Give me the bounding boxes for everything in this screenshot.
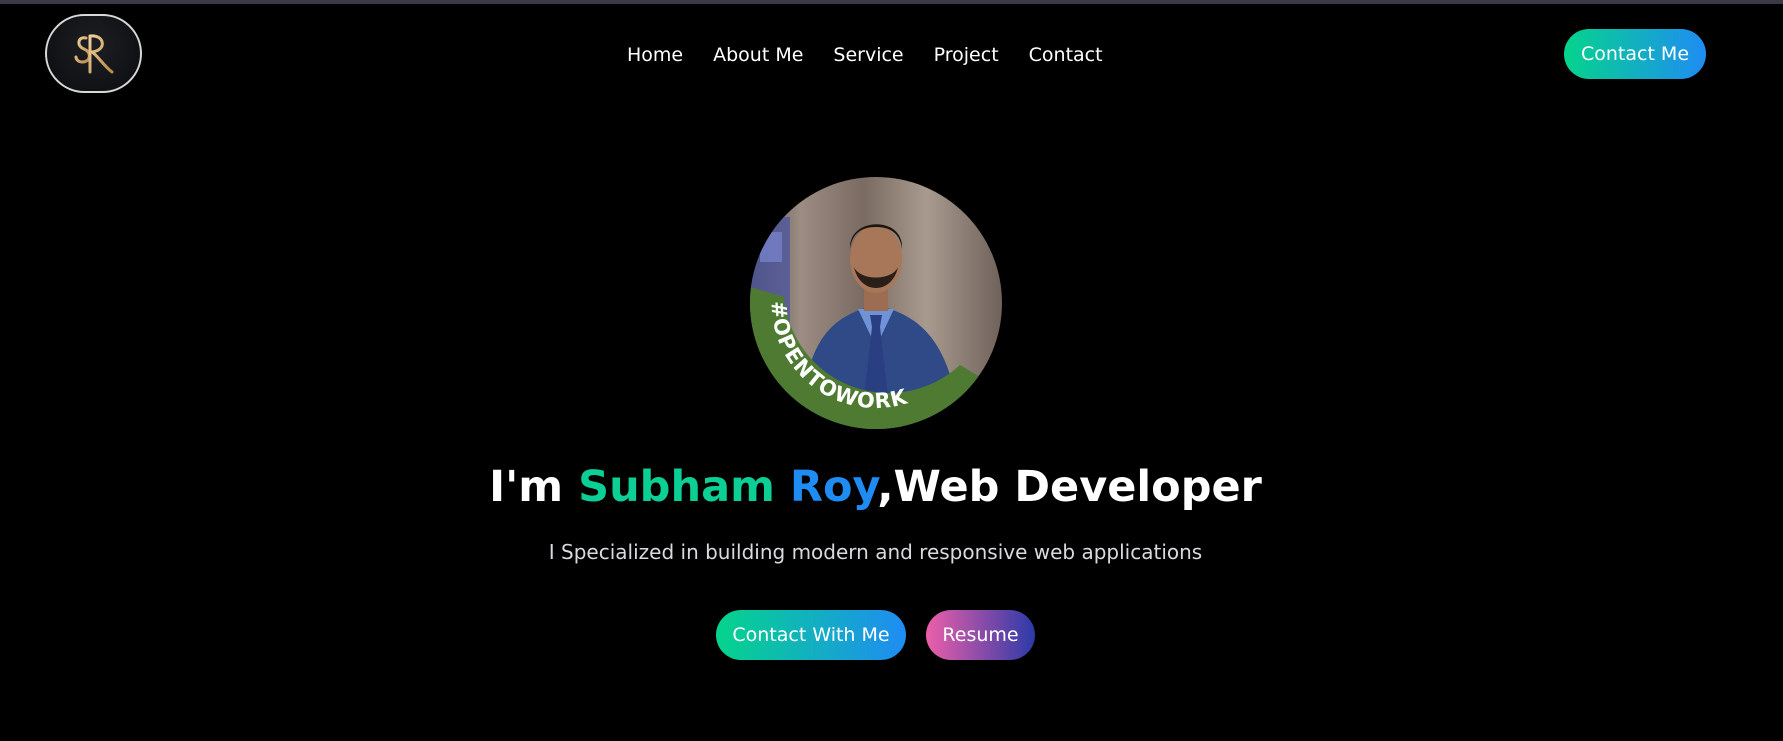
nav-service[interactable]: Service: [833, 40, 903, 70]
headline-role: ,Web Developer: [877, 462, 1262, 512]
nav-contact[interactable]: Contact: [1029, 40, 1103, 70]
nav-home[interactable]: Home: [627, 40, 683, 70]
window-top-border: [0, 0, 1783, 4]
headline-space: [775, 462, 790, 512]
nav-project[interactable]: Project: [934, 40, 999, 70]
hero-subtitle: I Specialized in building modern and res…: [548, 540, 1203, 564]
headline-prefix: I'm: [489, 462, 579, 512]
headline-last-name: Roy: [789, 462, 878, 512]
page: Home About Me Service Project Contact Co…: [0, 0, 1783, 741]
hero-headline: I'm Subham Roy,Web Developer: [0, 462, 1751, 512]
avatar: #OPENTOWORK: [750, 177, 1002, 429]
main-nav: Home About Me Service Project Contact: [627, 40, 1133, 70]
contact-with-me-button[interactable]: Contact With Me: [716, 610, 906, 660]
profile-photo: #OPENTOWORK: [750, 177, 1002, 429]
contact-me-button[interactable]: Contact Me: [1564, 29, 1706, 79]
nav-about-me[interactable]: About Me: [713, 40, 803, 70]
resume-button[interactable]: Resume: [926, 610, 1035, 660]
logo-monogram-icon: [74, 33, 113, 73]
logo[interactable]: [45, 14, 142, 93]
headline-first-name: Subham: [578, 462, 775, 512]
